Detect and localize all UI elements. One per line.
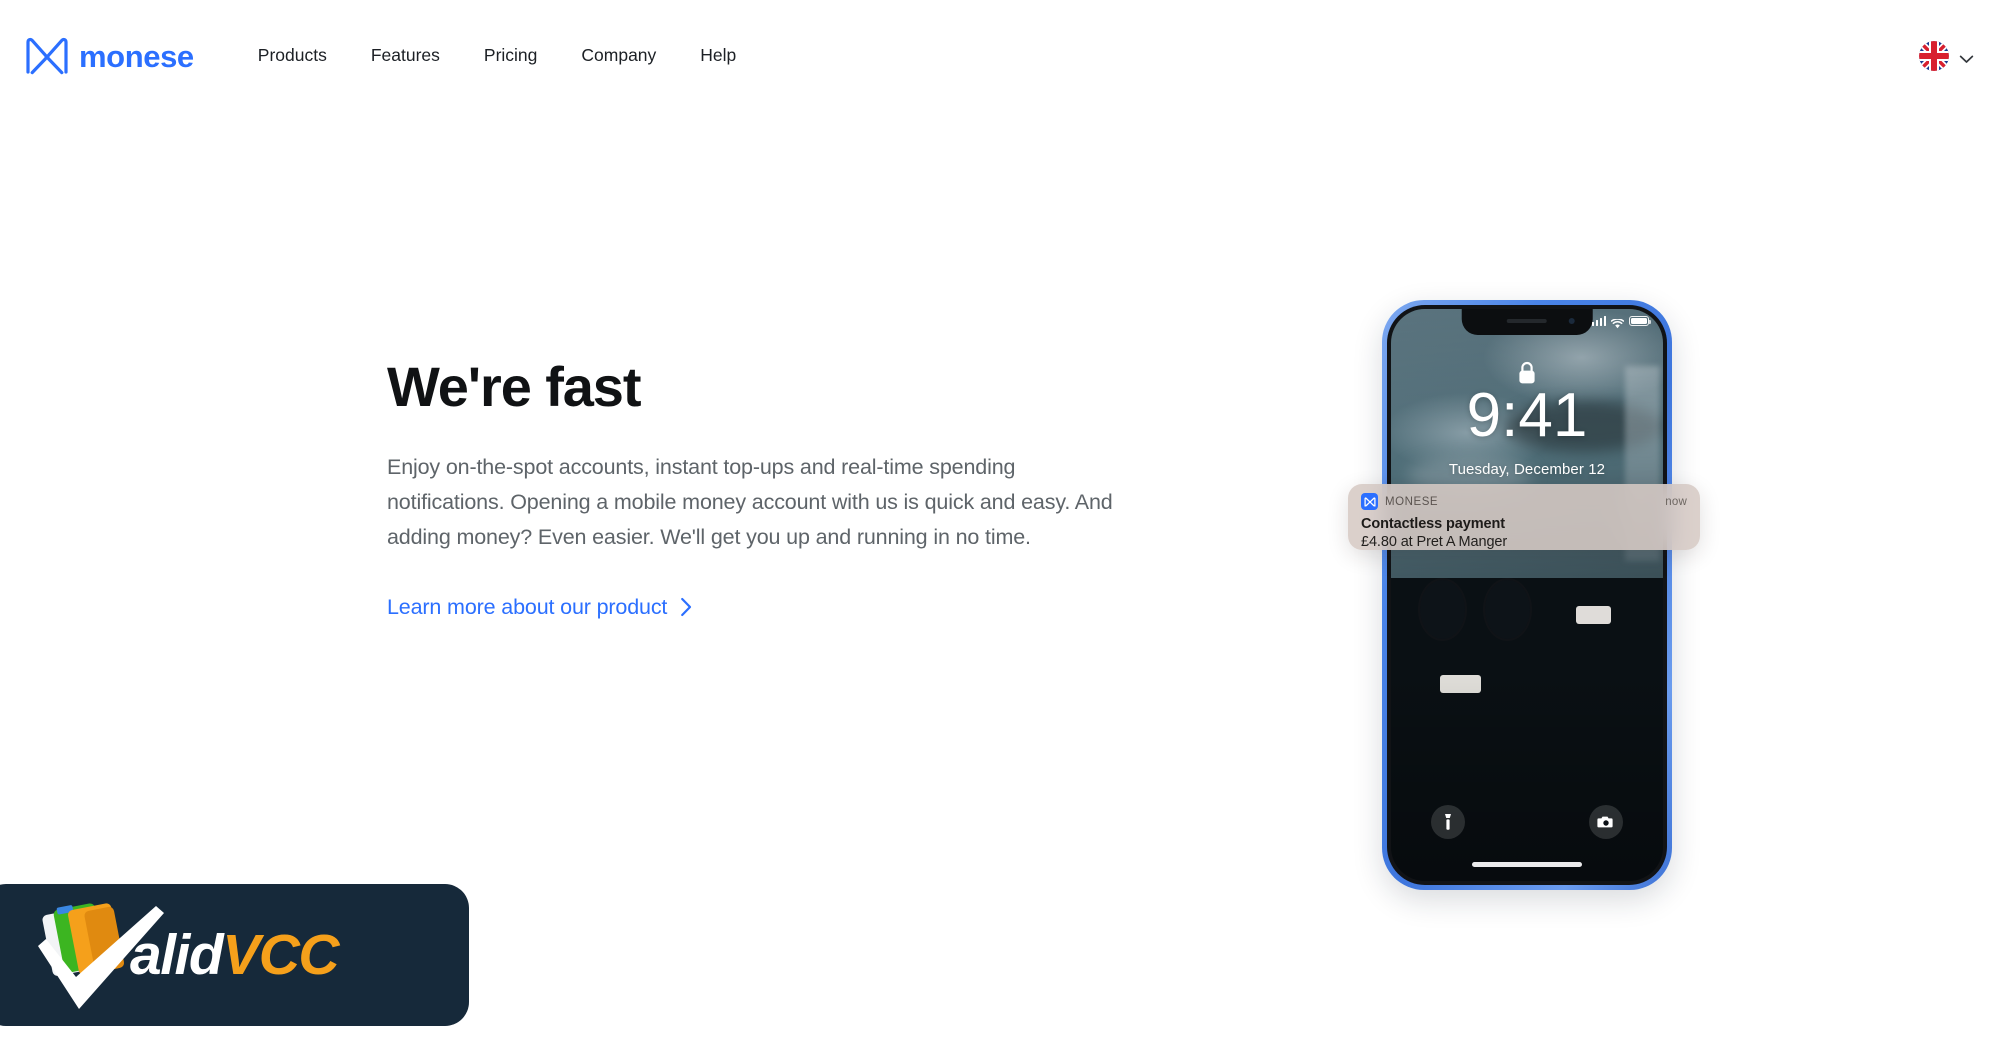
earpiece-speaker [1506, 319, 1547, 323]
watermark-text-accent: VCC [222, 922, 339, 987]
learn-more-link[interactable]: Learn more about our product [387, 595, 693, 620]
wifi-icon [1610, 316, 1625, 329]
brand-logo-link[interactable]: monese [24, 36, 194, 76]
phone-notch [1461, 309, 1593, 335]
flashlight-icon [1444, 813, 1452, 831]
learn-more-label: Learn more about our product [387, 594, 668, 619]
watermark-wordmark: alidVCC [130, 926, 340, 984]
hero-section: We're fast Enjoy on-the-spot accounts, i… [0, 112, 2000, 890]
validvcc-watermark: alidVCC [0, 884, 469, 1026]
camera-icon [1597, 815, 1615, 829]
notification-header: MONESE now [1361, 493, 1687, 510]
hero-paragraph: Enjoy on-the-spot accounts, instant top-… [387, 455, 1113, 550]
page-root: monese Products Features Pricing Company… [0, 0, 2000, 1038]
notification-title: Contactless payment [1361, 516, 1505, 532]
brand-name: monese [79, 38, 194, 74]
camera-button[interactable] [1589, 805, 1623, 839]
locale-switcher[interactable] [1919, 41, 1974, 71]
page-title: We're fast [387, 355, 641, 418]
notification-body: £4.80 at Pret A Manger [1361, 534, 1508, 550]
hero-copy: We're fast Enjoy on-the-spot accounts, i… [387, 355, 1127, 620]
lock-screen-notification[interactable]: MONESE now Contactless payment £4.80 at … [1348, 484, 1700, 550]
lock-screen-date: Tuesday, December 12 [1448, 461, 1606, 478]
flashlight-button[interactable] [1431, 805, 1465, 839]
site-header: monese Products Features Pricing Company… [0, 0, 2000, 112]
phone-bezel: 9:41 Tuesday, December 12 [1387, 305, 1667, 885]
front-camera-icon [1568, 318, 1575, 324]
nav-item-features[interactable]: Features [349, 37, 462, 75]
status-bar [1591, 316, 1651, 329]
cellular-signal-icon [1591, 316, 1606, 326]
notification-timestamp: now [1665, 495, 1687, 508]
uk-flag-icon [1919, 41, 1949, 71]
chevron-down-icon [1959, 51, 1974, 63]
monese-butterfly-mark-icon [24, 36, 70, 76]
phone-lock-screen: 9:41 Tuesday, December 12 [1391, 309, 1663, 881]
monese-app-icon [1361, 493, 1378, 510]
nav-item-pricing[interactable]: Pricing [462, 37, 560, 75]
notification-app-name: MONESE [1385, 495, 1439, 508]
lock-screen-time: 9:41 [1466, 381, 1588, 450]
phone-mockup: 9:41 Tuesday, December 12 [1382, 300, 1672, 890]
home-indicator[interactable] [1472, 862, 1582, 867]
nav-item-company[interactable]: Company [559, 37, 678, 75]
chevron-right-icon [680, 597, 693, 617]
watermark-inner: alidVCC [30, 884, 340, 1026]
watermark-text-light: alid [130, 922, 224, 987]
phone-frame: 9:41 Tuesday, December 12 [1382, 300, 1672, 890]
main-navigation: Products Features Pricing Company Help [236, 37, 759, 75]
nav-item-products[interactable]: Products [236, 37, 349, 75]
nav-item-help[interactable]: Help [678, 37, 758, 75]
battery-icon [1629, 316, 1651, 326]
